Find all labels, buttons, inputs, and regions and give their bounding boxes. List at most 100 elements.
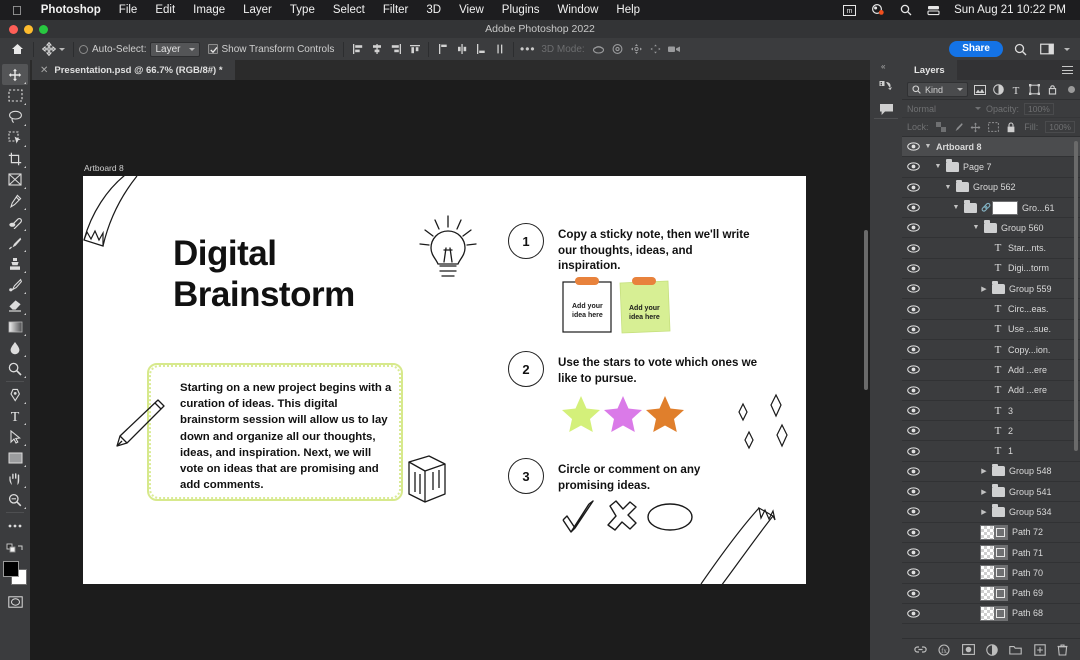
layer-row-group-562[interactable]: ▼ Group 562 <box>902 178 1080 198</box>
frame-tool[interactable] <box>2 169 28 190</box>
expand-chevron-right-icon[interactable]: ▶ <box>980 467 988 475</box>
rectangle-tool[interactable] <box>2 447 28 468</box>
visibility-toggle-icon[interactable] <box>902 406 924 415</box>
rectangular-marquee-tool[interactable] <box>2 85 28 106</box>
visibility-toggle-icon[interactable] <box>902 528 924 537</box>
workspace-chevron-down-icon[interactable] <box>1064 48 1070 51</box>
lock-position-icon[interactable] <box>970 122 981 133</box>
workspace-switcher-icon[interactable] <box>1038 41 1055 58</box>
visibility-toggle-icon[interactable] <box>902 568 924 577</box>
crop-tool[interactable] <box>2 148 28 169</box>
lock-image-pixels-icon[interactable] <box>953 122 963 132</box>
share-button[interactable]: Share <box>949 41 1003 57</box>
document-tab[interactable]: ✕ Presentation.psd @ 66.7% (RGB/8#) * <box>32 60 235 80</box>
orbit-3d-icon[interactable] <box>590 41 607 58</box>
expand-chevron-down-icon[interactable]: ▼ <box>952 204 960 211</box>
visibility-toggle-icon[interactable] <box>902 162 924 171</box>
fill-value[interactable]: 100% <box>1045 121 1075 133</box>
distribute-horizontal-icon[interactable] <box>491 41 508 58</box>
spotlight-search-icon[interactable] <box>898 4 913 17</box>
tab-layers[interactable]: Layers <box>902 60 957 80</box>
auto-select-checkbox[interactable] <box>79 45 88 54</box>
layer-row-1[interactable]: T 1 <box>902 441 1080 461</box>
close-icon[interactable]: ✕ <box>40 65 48 76</box>
path-layer-thumbnail[interactable] <box>980 586 1008 601</box>
layer-row-digital-brainstorm[interactable]: T Digi...torm <box>902 259 1080 279</box>
layers-list[interactable]: ▼ Artboard 8 ▼ Page 7 ▼ Group 56 <box>902 137 1080 660</box>
more-options-button[interactable]: ••• <box>519 41 536 58</box>
edit-toolbar-tool[interactable] <box>2 515 28 536</box>
link-layers-icon[interactable] <box>914 644 927 655</box>
visibility-toggle-icon[interactable] <box>902 223 924 232</box>
expand-chevron-right-icon[interactable]: ▶ <box>980 488 988 496</box>
blend-mode-dropdown[interactable]: Normal <box>907 104 981 114</box>
roll-3d-icon[interactable] <box>609 41 626 58</box>
history-brush-tool[interactable] <box>2 274 28 295</box>
align-top-edges-icon[interactable] <box>406 41 423 58</box>
visibility-toggle-icon[interactable] <box>902 345 924 354</box>
expand-chevron-down-icon[interactable]: ▼ <box>944 184 952 191</box>
visibility-toggle-icon[interactable] <box>902 365 924 374</box>
menu-item-window[interactable]: Window <box>549 4 608 16</box>
layer-row-copy-inspiration[interactable]: T Copy...ion. <box>902 340 1080 360</box>
visibility-toggle-icon[interactable] <box>902 305 924 314</box>
menu-item-view[interactable]: View <box>450 4 493 16</box>
path-layer-thumbnail[interactable] <box>980 606 1008 621</box>
layers-panel-scrollbar[interactable] <box>1074 141 1078 451</box>
align-horizontal-centers-icon[interactable] <box>368 41 385 58</box>
history-icon[interactable] <box>877 78 895 96</box>
type-filter-icon[interactable]: T <box>1010 84 1022 96</box>
menu-item-3d[interactable]: 3D <box>417 4 450 16</box>
collapse-panels-icon[interactable]: « <box>881 62 885 71</box>
menu-item-select[interactable]: Select <box>324 4 374 16</box>
menu-item-photoshop[interactable]: Photoshop <box>32 4 110 16</box>
control-center-icon[interactable] <box>926 4 941 17</box>
filter-toggle-switch[interactable] <box>1068 86 1075 93</box>
visibility-toggle-icon[interactable] <box>902 426 924 435</box>
adjustment-filter-icon[interactable] <box>992 84 1004 96</box>
expand-chevron-right-icon[interactable]: ▶ <box>980 285 988 293</box>
layer-row-use-stars[interactable]: T Use ...sue. <box>902 320 1080 340</box>
pen-tool[interactable] <box>2 384 28 405</box>
eraser-tool[interactable] <box>2 295 28 316</box>
expand-chevron-down-icon[interactable]: ▼ <box>972 224 980 231</box>
move-tool[interactable] <box>2 64 28 85</box>
layer-row-path-71[interactable]: Path 71 <box>902 543 1080 563</box>
clone-stamp-tool[interactable] <box>2 253 28 274</box>
layer-row-group-548[interactable]: ▶ Group 548 <box>902 462 1080 482</box>
lock-artboard-nesting-icon[interactable] <box>988 122 999 132</box>
new-group-icon[interactable] <box>1009 644 1022 655</box>
panel-menu-icon[interactable] <box>1062 66 1073 77</box>
align-left-edges-icon[interactable] <box>349 41 366 58</box>
add-mask-icon[interactable] <box>962 644 975 655</box>
quick-mask-tool[interactable] <box>2 591 28 612</box>
visibility-toggle-icon[interactable] <box>902 467 924 476</box>
layer-row-add-idea-here-1[interactable]: T Add ...ere <box>902 360 1080 380</box>
lock-all-icon[interactable] <box>1006 122 1016 133</box>
expand-chevron-down-icon[interactable]: ▼ <box>924 143 932 150</box>
apple-logo-icon[interactable]:  <box>12 4 22 17</box>
color-wheel-icon[interactable] <box>870 4 885 17</box>
menu-item-type[interactable]: Type <box>281 4 324 16</box>
visibility-toggle-icon[interactable] <box>902 284 924 293</box>
home-icon[interactable] <box>6 43 28 55</box>
menu-item-image[interactable]: Image <box>184 4 234 16</box>
hand-tool[interactable] <box>2 468 28 489</box>
default-colors-icon[interactable] <box>2 536 28 557</box>
opacity-value[interactable]: 100% <box>1024 103 1054 115</box>
visibility-toggle-icon[interactable] <box>902 507 924 516</box>
slide-3d-icon[interactable] <box>647 41 664 58</box>
layer-style-icon[interactable]: fx <box>938 644 950 656</box>
path-layer-thumbnail[interactable] <box>980 525 1008 540</box>
mask-link-icon[interactable]: 🔗 <box>981 203 988 212</box>
menu-item-file[interactable]: File <box>110 4 147 16</box>
expand-chevron-right-icon[interactable]: ▶ <box>980 508 988 516</box>
layer-row-path-68[interactable]: Path 68 <box>902 604 1080 624</box>
visibility-toggle-icon[interactable] <box>902 325 924 334</box>
visibility-toggle-icon[interactable] <box>902 264 924 273</box>
delete-layer-icon[interactable] <box>1057 644 1068 656</box>
visibility-toggle-icon[interactable] <box>902 183 924 192</box>
menu-bar-clock[interactable]: Sun Aug 21 10:22 PM <box>954 4 1066 16</box>
layer-row-circle-ideas[interactable]: T Circ...eas. <box>902 299 1080 319</box>
foreground-color-swatch[interactable] <box>3 561 19 577</box>
